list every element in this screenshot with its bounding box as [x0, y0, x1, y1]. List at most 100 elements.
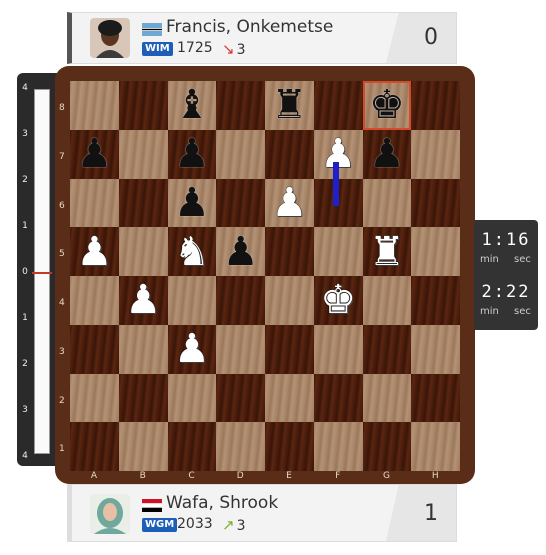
white-pawn-icon[interactable]: ♟ — [265, 179, 314, 228]
evaluation-tick-label: 4 — [22, 83, 28, 93]
square-c4[interactable] — [167, 276, 217, 325]
square-h1[interactable] — [411, 422, 460, 471]
square-a7[interactable]: ♟ — [70, 129, 119, 179]
square-g3[interactable] — [362, 324, 412, 374]
square-h4[interactable] — [411, 276, 460, 325]
square-c6[interactable]: ♟ — [167, 178, 217, 228]
square-h7[interactable] — [411, 129, 460, 179]
file-label: F — [335, 471, 341, 481]
square-a3[interactable] — [70, 324, 119, 374]
square-h6[interactable] — [411, 178, 460, 228]
black-king-icon[interactable]: ♚ — [363, 81, 412, 130]
square-b1[interactable] — [118, 422, 168, 471]
black-rook-icon[interactable]: ♜ — [265, 81, 314, 130]
square-e8[interactable]: ♜ — [265, 81, 314, 130]
square-g2[interactable] — [362, 373, 412, 423]
square-d6[interactable] — [216, 178, 265, 228]
square-f1[interactable] — [313, 422, 363, 471]
square-b2[interactable] — [118, 373, 168, 423]
top-player-name[interactable]: Francis, Onkemetse — [166, 17, 333, 37]
bottom-clock: 2:22 min sec — [474, 276, 538, 324]
square-h3[interactable] — [411, 324, 460, 374]
square-a4[interactable] — [70, 276, 119, 325]
square-c7[interactable]: ♟ — [167, 129, 217, 179]
square-g6[interactable] — [362, 178, 412, 228]
square-b3[interactable] — [118, 324, 168, 374]
black-pawn-icon[interactable]: ♟ — [168, 130, 217, 179]
top-player-rating: 1725 — [177, 40, 213, 56]
square-h8[interactable] — [411, 81, 460, 130]
square-b4[interactable]: ♟ — [118, 276, 168, 325]
black-pawn-icon[interactable]: ♟ — [216, 227, 265, 276]
black-pawn-icon[interactable]: ♟ — [168, 179, 217, 228]
square-c5[interactable]: ♞ — [167, 227, 217, 276]
square-f2[interactable] — [313, 373, 363, 423]
square-e2[interactable] — [265, 373, 314, 423]
square-e7[interactable] — [265, 129, 314, 179]
square-b6[interactable] — [118, 178, 168, 228]
square-h5[interactable] — [411, 227, 460, 276]
white-pawn-icon[interactable]: ♟ — [168, 325, 217, 374]
bottom-player-avatar — [90, 494, 130, 534]
evaluation-tick-label: 3 — [22, 405, 28, 415]
file-label: C — [188, 471, 195, 481]
square-g4[interactable] — [362, 276, 412, 325]
square-f4[interactable]: ♚ — [313, 276, 363, 325]
square-e5[interactable] — [265, 227, 314, 276]
top-clock-time: 1:16 — [481, 230, 531, 250]
top-player-score: 0 — [424, 25, 438, 50]
bottom-clock-sec-label: sec — [514, 306, 531, 317]
black-pawn-icon[interactable]: ♟ — [363, 130, 412, 179]
white-pawn-icon[interactable]: ♟ — [70, 227, 119, 276]
white-knight-icon[interactable]: ♞ — [168, 227, 217, 276]
top-clock-min-label: min — [480, 254, 499, 265]
square-b7[interactable] — [118, 129, 168, 179]
square-g1[interactable] — [362, 422, 412, 471]
black-pawn-icon[interactable]: ♟ — [70, 130, 119, 179]
square-b5[interactable] — [118, 227, 168, 276]
square-a1[interactable] — [70, 422, 119, 471]
square-d2[interactable] — [216, 373, 265, 423]
square-d8[interactable] — [216, 81, 265, 130]
square-f8[interactable] — [313, 81, 363, 130]
square-e3[interactable] — [265, 324, 314, 374]
bottom-player-name[interactable]: Wafa, Shrook — [166, 493, 278, 513]
square-a6[interactable] — [70, 178, 119, 228]
square-e4[interactable] — [265, 276, 314, 325]
white-rook-icon[interactable]: ♜ — [363, 227, 412, 276]
file-label: G — [383, 471, 390, 481]
rank-label: 2 — [59, 395, 65, 406]
square-d5[interactable]: ♟ — [216, 227, 265, 276]
square-b8[interactable] — [118, 81, 168, 130]
square-e1[interactable] — [265, 422, 314, 471]
evaluation-tick-label: 2 — [22, 359, 28, 369]
square-g5[interactable]: ♜ — [362, 227, 412, 276]
square-c8[interactable]: ♝ — [167, 81, 217, 130]
white-king-icon[interactable]: ♚ — [314, 276, 363, 325]
square-a5[interactable]: ♟ — [70, 227, 119, 276]
bottom-player-title-badge: WGM — [142, 518, 178, 532]
square-d3[interactable] — [216, 324, 265, 374]
file-label: D — [236, 471, 244, 481]
square-c3[interactable]: ♟ — [167, 324, 217, 374]
black-bishop-icon[interactable]: ♝ — [168, 81, 217, 130]
square-c1[interactable] — [167, 422, 217, 471]
square-e6[interactable]: ♟ — [265, 178, 314, 228]
chess-board[interactable]: ♝ ♜ ♚ ♟ ♟ ♟ ♟ ♟ ♟ ♟ ♞ ♟ ♜ ♟ ♚ ♟ — [70, 81, 460, 471]
square-c2[interactable] — [167, 373, 217, 423]
rank-label: 4 — [59, 298, 65, 308]
white-pawn-icon[interactable]: ♟ — [119, 276, 168, 325]
square-f5[interactable] — [313, 227, 363, 276]
square-g8[interactable]: ♚ — [362, 81, 412, 130]
square-a8[interactable] — [70, 81, 119, 130]
square-a2[interactable] — [70, 373, 119, 423]
square-h2[interactable] — [411, 373, 460, 423]
square-d7[interactable] — [216, 129, 265, 179]
rank-label: 5 — [59, 249, 65, 260]
top-player-title-badge: WIM — [142, 42, 173, 56]
square-d1[interactable] — [216, 422, 265, 471]
square-d4[interactable] — [216, 276, 265, 325]
file-label: B — [139, 471, 146, 481]
square-f3[interactable] — [313, 324, 363, 374]
square-g7[interactable]: ♟ — [362, 129, 412, 179]
